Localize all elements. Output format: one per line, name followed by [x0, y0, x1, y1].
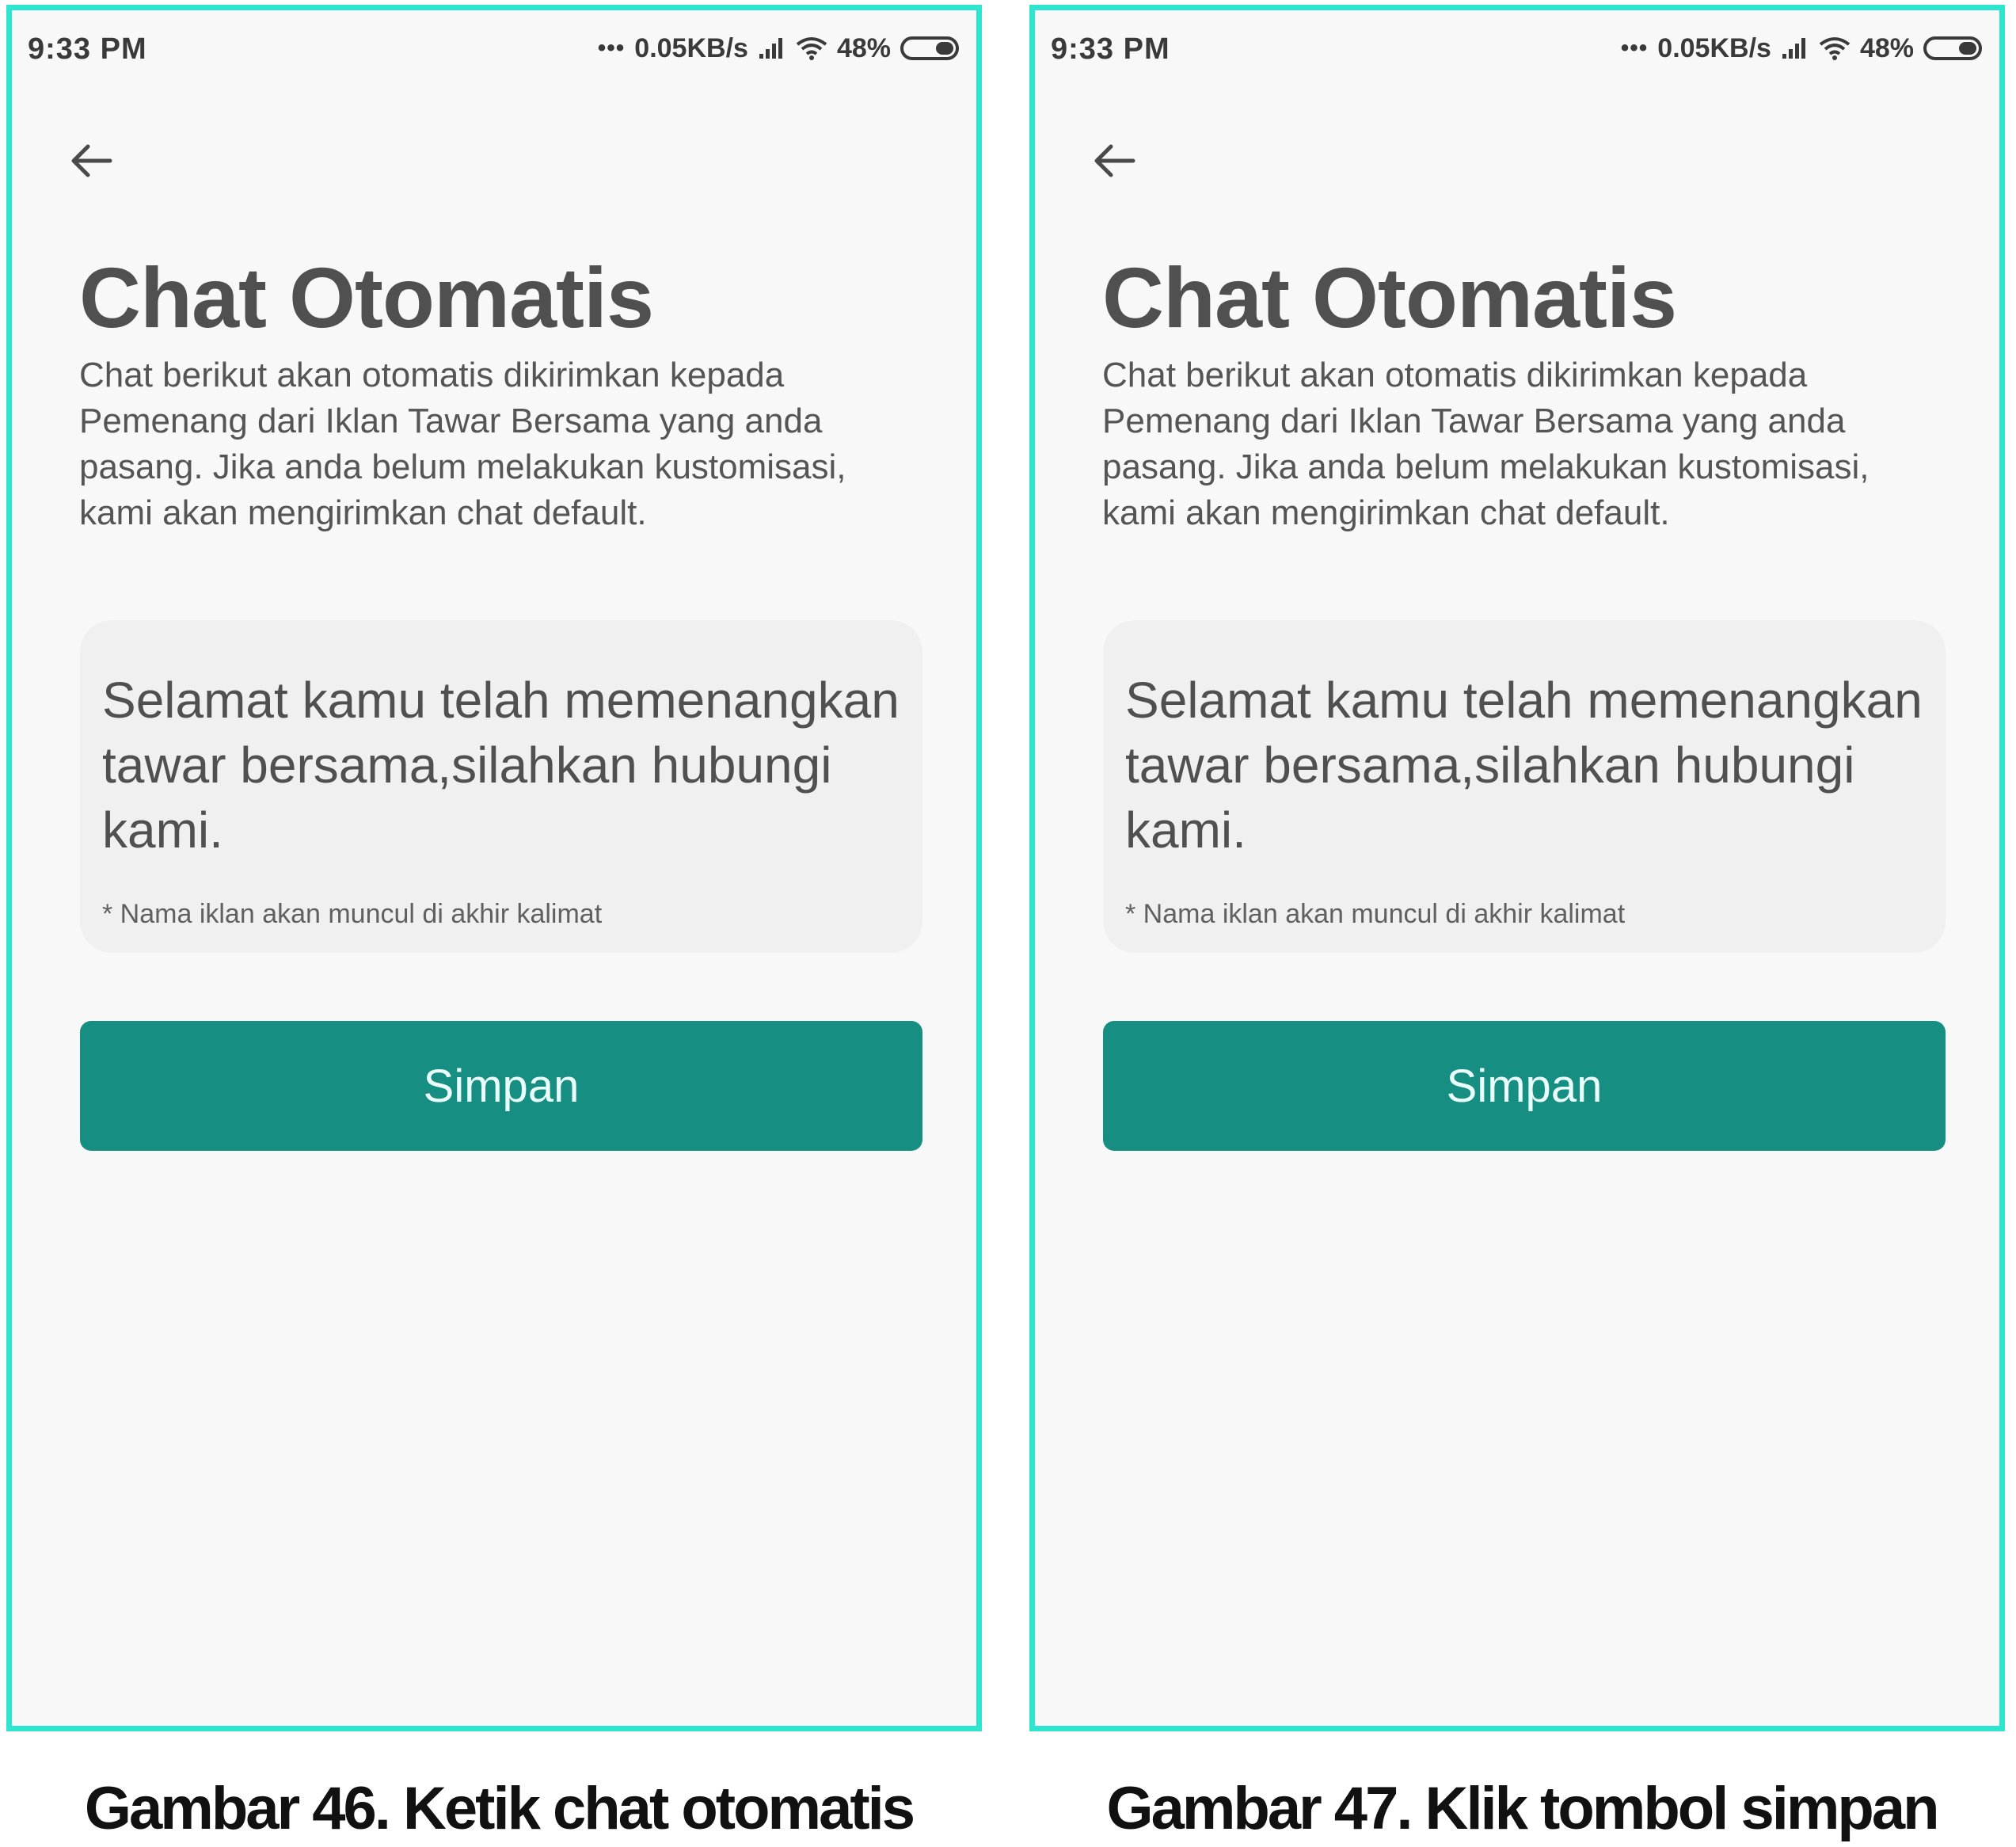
figure-caption: Gambar 47. Klik tombol simpan — [1106, 1775, 1939, 1842]
save-button[interactable]: Simpan — [1103, 1021, 1946, 1151]
status-bar: 9:33 PM ••• 0.05KB/s 48% — [12, 10, 976, 89]
battery-percent: 48% — [1859, 32, 1914, 63]
page-title: Chat Otomatis — [79, 249, 654, 345]
status-time: 9:33 PM — [28, 32, 147, 66]
back-arrow-icon[interactable] — [1090, 137, 1138, 185]
network-speed: 0.05KB/s — [1657, 32, 1771, 63]
message-note: * Nama iklan akan muncul di akhir kalima… — [102, 899, 603, 929]
page-description: Chat berikut akan otomatis dikirimkan ke… — [1102, 356, 1870, 532]
network-speed: 0.05KB/s — [634, 32, 748, 63]
status-bar: 9:33 PM ••• 0.05KB/s 48% — [1035, 10, 1999, 89]
battery-percent: 48% — [836, 32, 891, 63]
page-description: Chat berikut akan otomatis dikirimkan ke… — [79, 356, 846, 532]
phone-screen: 9:33 PM ••• 0.05KB/s 48% Chat Otomatis C… — [6, 5, 982, 1731]
page-title: Chat Otomatis — [1102, 249, 1677, 345]
message-note: * Nama iklan akan muncul di akhir kalima… — [1125, 899, 1626, 929]
battery-icon — [1923, 36, 1982, 60]
save-button[interactable]: Simpan — [80, 1021, 922, 1151]
notification-dots-icon: ••• — [1620, 35, 1649, 61]
auto-chat-message-field[interactable]: Selamat kamu telah memenangkan tawar ber… — [80, 620, 922, 953]
message-text[interactable]: Selamat kamu telah memenangkan tawar ber… — [1125, 668, 1923, 863]
status-time: 9:33 PM — [1051, 32, 1170, 66]
wifi-icon — [1819, 36, 1851, 60]
phone-screen: 9:33 PM ••• 0.05KB/s 48% Chat Otomatis C… — [1029, 5, 2005, 1731]
signal-icon — [1781, 36, 1809, 60]
battery-icon — [900, 36, 959, 60]
wifi-icon — [796, 36, 827, 60]
status-indicators: ••• 0.05KB/s 48% — [1621, 31, 1982, 66]
signal-icon — [758, 36, 786, 60]
message-text[interactable]: Selamat kamu telah memenangkan tawar ber… — [102, 668, 900, 863]
auto-chat-message-field[interactable]: Selamat kamu telah memenangkan tawar ber… — [1103, 620, 1946, 953]
status-indicators: ••• 0.05KB/s 48% — [598, 31, 959, 66]
notification-dots-icon: ••• — [597, 35, 626, 61]
back-arrow-icon[interactable] — [67, 137, 115, 185]
figure-caption: Gambar 46. Ketik chat otomatis — [84, 1775, 915, 1842]
